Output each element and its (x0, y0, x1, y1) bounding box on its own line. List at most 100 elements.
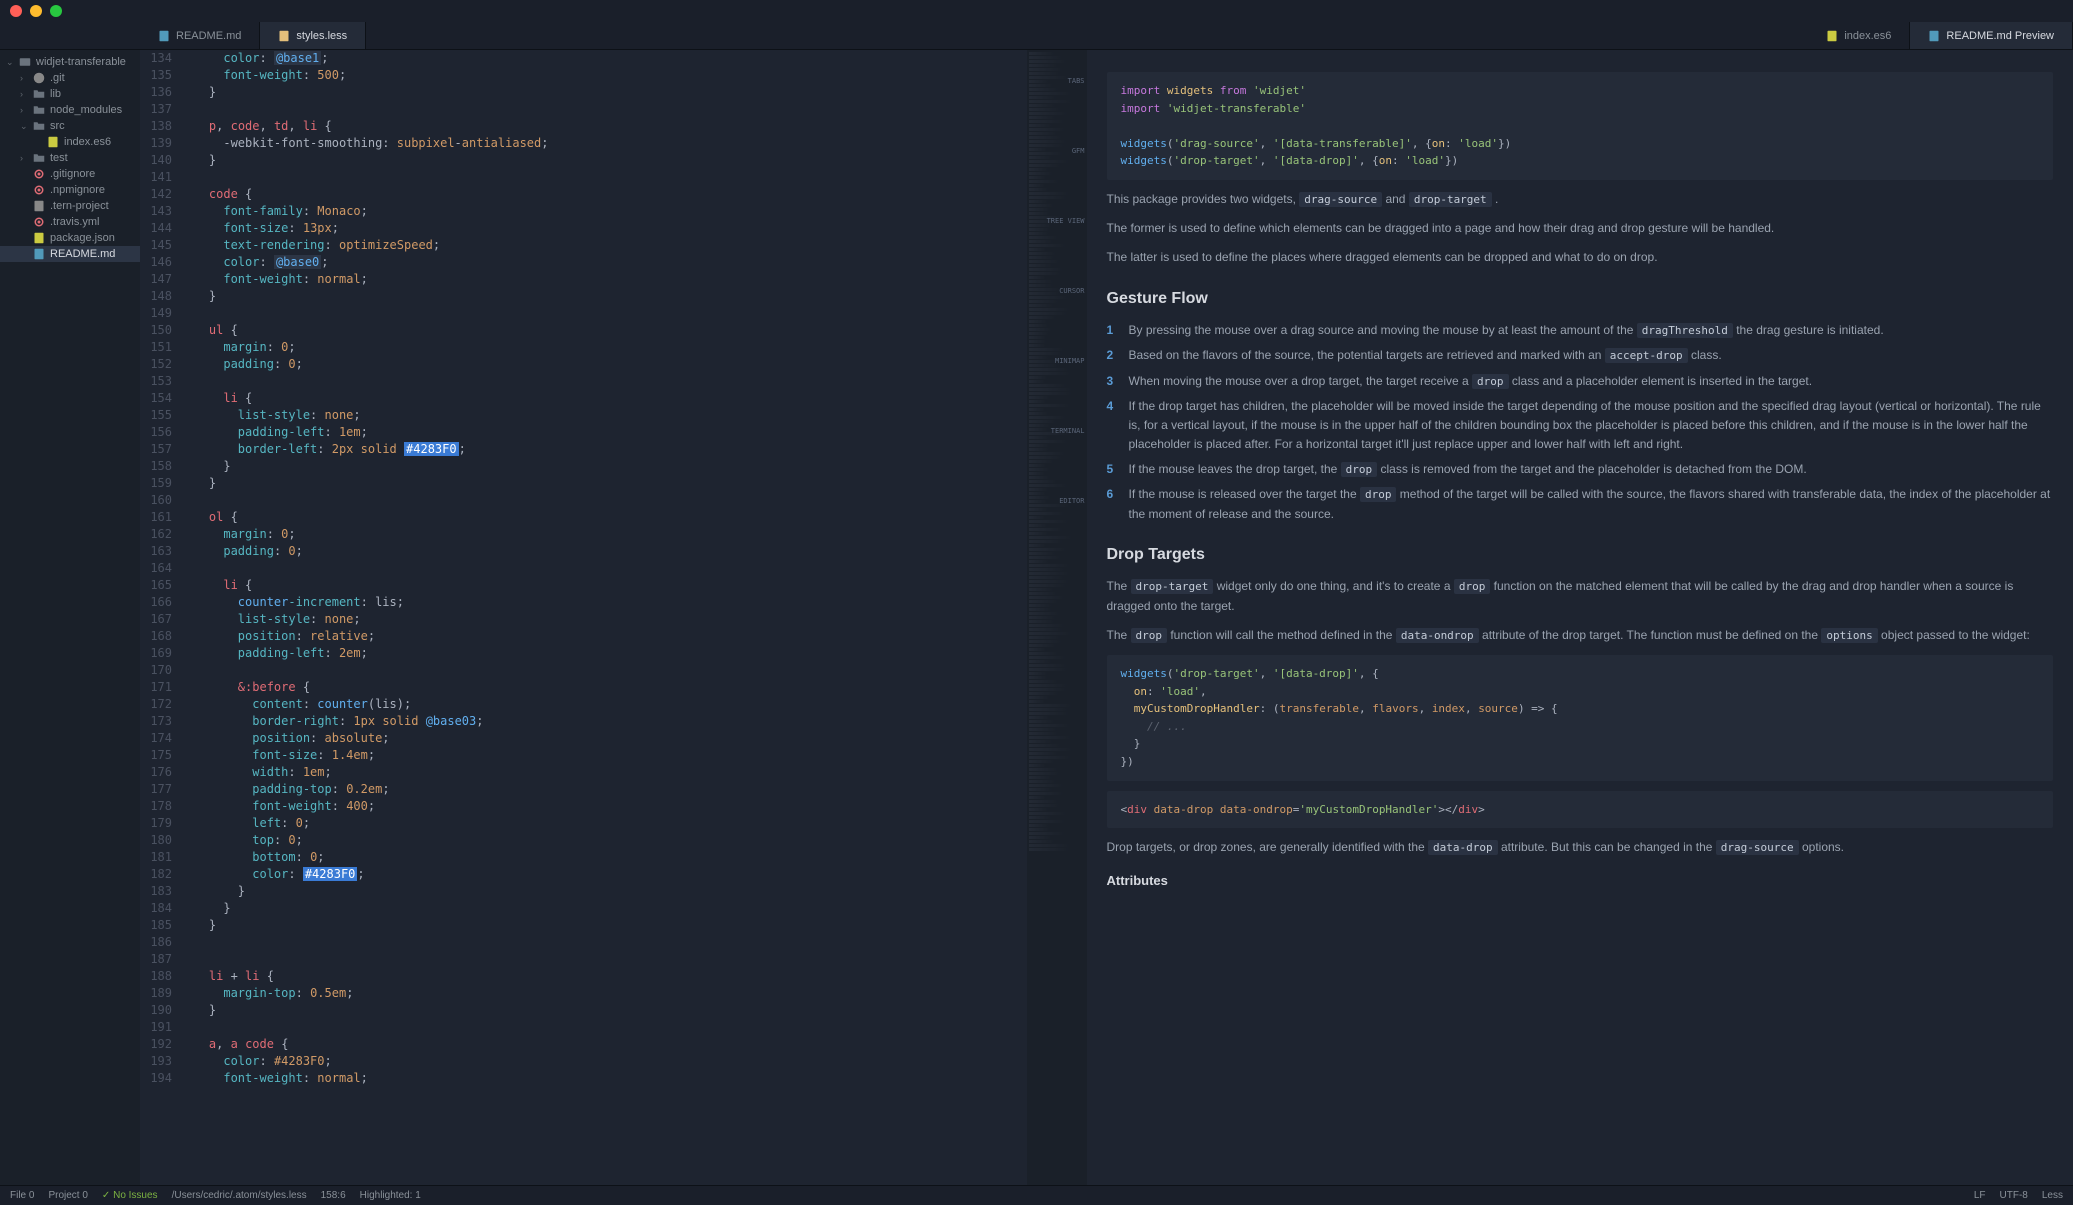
folder-icon (33, 88, 45, 100)
tree-item-label: node_modules (50, 104, 122, 116)
minimap[interactable]: TABS GFM TREE VIEW CURSOR MINIMAP TERMINAL EDI… (1027, 50, 1087, 1185)
tree-root-label: widjet-transferable (36, 56, 126, 68)
tree-item-readme-md[interactable]: README.md (0, 246, 140, 262)
tree-item--travis-yml[interactable]: .travis.yml (0, 214, 140, 230)
js-icon (47, 136, 59, 148)
minimap-section-label: GFM (1072, 150, 1085, 152)
tree-item-lib[interactable]: ›lib (0, 86, 140, 102)
tree-item-label: test (50, 152, 68, 164)
tree-item-label: .gitignore (50, 168, 95, 180)
chevron-icon: › (20, 153, 28, 163)
line-gutter: 1341351361371381391401411421431441451461… (140, 50, 180, 1185)
github-icon (33, 72, 45, 84)
minimap-section-label: TABS (1068, 80, 1085, 82)
paragraph: This package provides two widgets, drag-… (1107, 190, 2054, 209)
md-icon (158, 30, 170, 42)
tab-label: README.md Preview (1946, 30, 2054, 42)
chevron-icon: › (20, 73, 28, 83)
tree-item-label: .git (50, 72, 65, 84)
status-cursor-pos[interactable]: 158:6 (321, 1190, 346, 1201)
minimap-section-label: TREE VIEW (1047, 220, 1085, 222)
list-item: If the mouse is released over the target… (1107, 485, 2054, 523)
minimap-section-label: EDITOR (1059, 500, 1084, 502)
tree-item--tern-project[interactable]: .tern-project (0, 198, 140, 214)
list-item: By pressing the mouse over a drag source… (1107, 321, 2054, 340)
minimap-section-label: TERMINAL (1051, 430, 1085, 432)
heading-gesture-flow: Gesture Flow (1107, 286, 2054, 312)
tab-styles-less[interactable]: styles.less (260, 22, 366, 49)
js-icon (1826, 30, 1838, 42)
status-path[interactable]: /Users/cedric/.atom/styles.less (172, 1190, 307, 1201)
paragraph: The former is used to define which eleme… (1107, 219, 2054, 238)
markdown-preview[interactable]: import widgets from 'widjet' import 'wid… (1087, 50, 2073, 1185)
status-file[interactable]: File 0 (10, 1190, 34, 1201)
gear-red-icon (33, 216, 45, 228)
paragraph: Drop targets, or drop zones, are general… (1107, 838, 2054, 857)
list-item: When moving the mouse over a drop target… (1107, 372, 2054, 391)
less-icon (278, 30, 290, 42)
tab-index-es6[interactable]: index.es6 (1808, 22, 1910, 49)
tree-item-test[interactable]: › test (0, 150, 140, 166)
tree-item-label: index.es6 (64, 136, 111, 148)
tree-item-label: package.json (50, 232, 115, 244)
status-line-ending[interactable]: LF (1974, 1190, 1986, 1201)
tree-item-label: .tern-project (50, 200, 109, 212)
tree-item--git[interactable]: › .git (0, 70, 140, 86)
list-item: Based on the flavors of the source, the … (1107, 346, 2054, 365)
tab-readme-md[interactable]: README.md (140, 22, 260, 49)
chevron-icon: ⌄ (20, 121, 28, 132)
tree-item--npmignore[interactable]: .npmignore (0, 182, 140, 198)
minimap-section-label: CURSOR (1059, 290, 1084, 292)
tree-root[interactable]: ⌄ widjet-transferable (0, 54, 140, 70)
md-icon (33, 248, 45, 260)
code-block: <div data-drop data-ondrop='myCustomDrop… (1107, 791, 2054, 829)
titlebar (0, 0, 2073, 22)
list-item: If the drop target has children, the pla… (1107, 397, 2054, 455)
folder-icon (19, 56, 31, 68)
tree-item-label: .npmignore (50, 184, 105, 196)
chevron-icon: › (20, 89, 28, 99)
tree-item--gitignore[interactable]: .gitignore (0, 166, 140, 182)
paragraph: The drop function will call the method d… (1107, 626, 2054, 645)
status-language[interactable]: Less (2042, 1190, 2063, 1201)
heading-attributes: Attributes (1107, 871, 2054, 892)
list-item: If the mouse leaves the drop target, the… (1107, 460, 2054, 479)
tree-item-src[interactable]: ⌄src (0, 118, 140, 134)
status-bar: File 0 Project 0 ✓ No Issues /Users/cedr… (0, 1185, 2073, 1205)
maximize-window-button[interactable] (50, 5, 62, 17)
window-controls (10, 5, 62, 17)
code-block: import widgets from 'widjet' import 'wid… (1107, 72, 2054, 180)
code-block: widgets('drop-target', '[data-drop]', { … (1107, 655, 2054, 781)
file-tree[interactable]: ⌄ widjet-transferable ›.git›lib›node_mod… (0, 50, 140, 1185)
close-window-button[interactable] (10, 5, 22, 17)
paragraph: The drop-target widget only do one thing… (1107, 577, 2054, 615)
folder-icon (33, 104, 45, 116)
heading-drop-targets: Drop Targets (1107, 542, 2054, 568)
tree-item-label: README.md (50, 248, 115, 260)
status-project[interactable]: Project 0 (48, 1190, 87, 1201)
chevron-icon: › (20, 105, 28, 115)
status-highlighted: Highlighted: 1 (360, 1190, 421, 1201)
code-editor[interactable]: 1341351361371381391401411421431441451461… (140, 50, 1087, 1185)
tab-label: styles.less (296, 30, 347, 42)
md-icon (1928, 30, 1940, 42)
folder-icon (33, 152, 45, 164)
status-encoding[interactable]: UTF-8 (2000, 1190, 2028, 1201)
tree-item-node-modules[interactable]: › node_modules (0, 102, 140, 118)
minimize-window-button[interactable] (30, 5, 42, 17)
code-content[interactable]: color: @base1; font-weight: 500; } p, co… (180, 50, 1027, 1185)
tab-label: index.es6 (1844, 30, 1891, 42)
file-icon (33, 200, 45, 212)
main-area: ⌄ widjet-transferable ›.git›lib›node_mod… (0, 50, 2073, 1185)
folder-icon (33, 120, 45, 132)
tree-item-index-es6[interactable]: index.es6 (0, 134, 140, 150)
ordered-list: By pressing the mouse over a drag source… (1107, 321, 2054, 524)
json-icon (33, 232, 45, 244)
tab-label: README.md (176, 30, 241, 42)
status-issues[interactable]: ✓ No Issues (102, 1190, 158, 1201)
tab-readme-md-preview[interactable]: README.md Preview (1910, 22, 2073, 49)
minimap-section-label: MINIMAP (1055, 360, 1085, 362)
tree-item-package-json[interactable]: package.json (0, 230, 140, 246)
gear-red-icon (33, 168, 45, 180)
tree-item-label: .travis.yml (50, 216, 100, 228)
